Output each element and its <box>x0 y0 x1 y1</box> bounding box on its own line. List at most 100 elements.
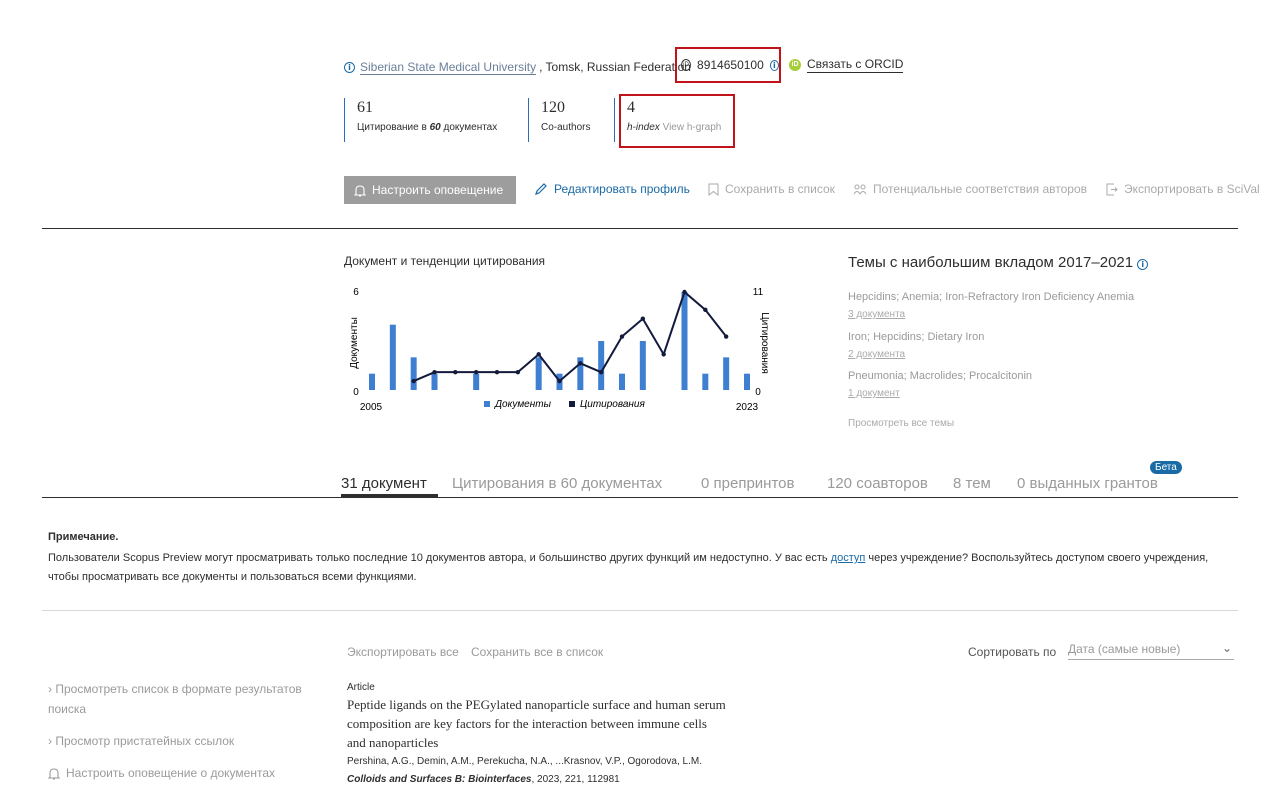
author-matches-button[interactable]: Потенциальные соответствия авторов <box>853 182 1087 196</box>
metric-coauthors-value: 120 <box>541 99 565 116</box>
chart-bar <box>369 373 375 390</box>
chart-bar <box>619 373 625 390</box>
note-text: Пользователи Scopus Preview могут просма… <box>48 552 1209 583</box>
edit-profile-button[interactable]: Редактировать профиль <box>534 182 690 196</box>
sort-select[interactable]: Дата (самые новые) ⌄ <box>1068 641 1234 660</box>
chart-bar <box>702 373 709 390</box>
document-type: Article <box>347 682 375 693</box>
topic-docs-link[interactable]: 3 документа <box>848 309 905 320</box>
author-matches-label: Потенциальные соответствия авторов <box>873 182 1088 196</box>
legend-citations: Цитирования <box>580 399 645 410</box>
chart-bar <box>598 341 605 390</box>
metric-coauthors-label: Co-authors <box>541 122 591 133</box>
tab-coauthors[interactable]: 120 соавторов <box>827 475 928 492</box>
left-axis-tick: 6 <box>353 287 359 298</box>
affiliation-link[interactable]: Siberian State Medical University <box>360 60 537 75</box>
metric-coauthors[interactable]: 120 Co-authors <box>528 98 590 142</box>
legend-swatch-documents <box>484 401 490 407</box>
metric-citations[interactable]: 61 Цитирование в 60 документах <box>344 98 497 142</box>
topic-name[interactable]: Hepcidins; Anemia; Iron-Refractory Iron … <box>848 291 1134 303</box>
people-icon <box>853 184 867 195</box>
tab-grants[interactable]: 0 выданных грантов <box>1017 475 1158 492</box>
documents-citations-chart: 6 0 11 0 Документы Цитирования 2005 2023… <box>349 287 770 413</box>
note-title: Примечание. <box>48 531 119 543</box>
chart-point <box>453 369 458 375</box>
chart-title: Документ и тенденции цитирования <box>344 254 546 268</box>
chart-point <box>661 352 666 357</box>
orcid-connect[interactable]: iD Связать с ORCID <box>789 57 904 73</box>
export-all-button[interactable]: Экспортировать все <box>347 645 459 659</box>
author-id-highlight: iD 8914650100 i <box>675 47 781 83</box>
right-axis-tick: 0 <box>755 387 761 398</box>
topic-docs-link[interactable]: 2 документа <box>848 349 905 360</box>
orcid-icon: iD <box>789 59 801 71</box>
chevron-down-icon: ⌄ <box>1221 641 1232 655</box>
save-to-list-label: Сохранить в список <box>725 182 835 196</box>
chart-point <box>640 316 646 321</box>
bookmark-icon <box>708 183 719 196</box>
topic-name[interactable]: Iron; Hepcidins; Dietary Iron <box>848 331 984 343</box>
pencil-icon <box>535 183 547 195</box>
chart-point <box>619 334 625 339</box>
topic-name[interactable]: Pneumonia; Macrolides; Procalcitonin <box>848 370 1032 382</box>
tab-topics[interactable]: 8 тем <box>953 475 991 492</box>
topic-docs-link[interactable]: 1 документ <box>848 388 900 399</box>
set-alert-label: Настроить оповещение <box>372 183 504 197</box>
info-icon[interactable]: i <box>1137 259 1149 270</box>
tab-preprints[interactable]: 0 препринтов <box>701 475 794 492</box>
affiliation-location: , Tomsk, Russian Federation <box>539 60 691 74</box>
save-to-list-button[interactable]: Сохранить в список <box>708 182 835 196</box>
chart-point <box>411 378 416 384</box>
set-alert-button[interactable]: Настроить оповещение <box>344 176 516 204</box>
beta-badge: Бета <box>1150 461 1182 474</box>
chart-bar <box>744 373 750 390</box>
chart-point <box>703 307 708 313</box>
info-icon[interactable]: i <box>769 59 779 71</box>
chart-bar <box>389 324 396 390</box>
chart-point <box>473 369 479 375</box>
divider <box>42 228 1238 229</box>
bell-icon <box>48 767 60 780</box>
tab-documents[interactable]: 31 документ <box>341 475 427 492</box>
chart-point <box>578 361 583 366</box>
author-id: 8914650100 <box>697 58 764 72</box>
chart-point <box>598 369 604 375</box>
sort-select-value: Дата (самые новые) <box>1068 642 1181 656</box>
tabs-divider <box>42 497 1238 498</box>
legend-documents: Документы <box>494 399 552 410</box>
divider <box>42 610 1238 611</box>
metric-citations-value: 61 <box>357 99 373 116</box>
view-as-search-results-link[interactable]: › Просмотреть список в формате результат… <box>48 679 318 719</box>
edit-profile-label: Редактировать профиль <box>554 182 690 196</box>
set-document-alert-link[interactable]: Настроить оповещение о документах <box>48 763 275 783</box>
h-index-highlight <box>619 94 735 148</box>
chart-point <box>494 369 500 375</box>
left-axis-label: Документы <box>349 317 360 369</box>
orcid-connect-label[interactable]: Связать с ORCID <box>807 57 904 73</box>
save-all-button[interactable]: Сохранить все в список <box>471 645 603 659</box>
chart-point <box>515 369 521 375</box>
chart-point <box>536 352 541 357</box>
right-axis-label: Цитирования <box>759 312 770 374</box>
document-authors[interactable]: Pershina, A.G., Demin, A.M., Perekucha, … <box>347 756 702 767</box>
info-icon[interactable]: i <box>344 61 355 73</box>
chart-bar <box>431 373 438 390</box>
chart-point <box>723 334 729 339</box>
chart-bar <box>473 373 480 390</box>
export-icon <box>1106 183 1118 195</box>
tab-citations[interactable]: Цитирования в 60 документах <box>452 475 662 492</box>
document-title[interactable]: Peptide ligands on the PEGylated nanopar… <box>347 695 727 752</box>
topics-title: Темы с наибольшим вкладом 2017–2021 i <box>848 254 1149 271</box>
access-link[interactable]: доступ <box>831 552 866 564</box>
chart-line <box>413 290 727 383</box>
view-references-link[interactable]: › Просмотр пристатейных ссылок <box>48 731 234 751</box>
chart-bar <box>723 357 730 390</box>
affiliation-row: i Siberian State Medical University , To… <box>344 57 691 77</box>
right-axis-tick: 11 <box>753 287 764 298</box>
view-all-topics-link[interactable]: Просмотреть все темы <box>848 418 954 429</box>
export-scival-button[interactable]: Экспортировать в SciVal <box>1106 182 1260 196</box>
chart-bar <box>639 341 646 390</box>
chart-point <box>682 289 687 295</box>
chart-point <box>557 378 562 384</box>
x-axis-tick: 2005 <box>360 402 383 413</box>
